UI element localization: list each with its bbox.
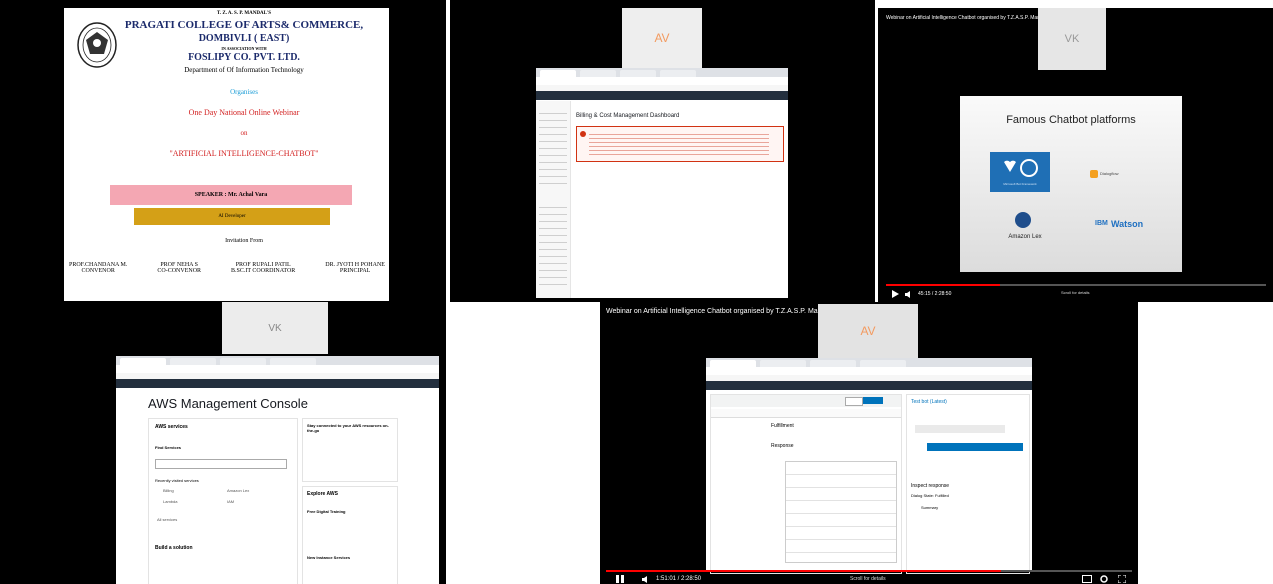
people-row: PROF.CHANDANA M. CONVENOR PROF NEHA S CO-C… bbox=[69, 262, 385, 274]
error-alert bbox=[576, 126, 784, 162]
department: Department of Of Information Technology bbox=[184, 66, 304, 74]
response-section[interactable]: Response bbox=[771, 443, 794, 449]
volume-icon[interactable] bbox=[642, 576, 650, 583]
person-coordinator: PROF RUPALI PATIL B.SC.IT COORDINATOR bbox=[231, 262, 296, 274]
screen-share-billing[interactable]: AV Billing & Cost Management Dashboard bbox=[450, 0, 875, 302]
video-player-lex-console[interactable]: Webinar on Artificial Intelligence Chatb… bbox=[600, 302, 1138, 584]
platform-microsoft: Microsoft Bot Framework bbox=[990, 152, 1050, 192]
progress-bar[interactable] bbox=[606, 570, 1132, 572]
participant-avatar: AV bbox=[622, 8, 702, 68]
explore-aws-panel: Explore AWS Free Digital Training New In… bbox=[302, 486, 398, 584]
person-principal: DR. JYOTI H POHANE PRINCIPAL bbox=[325, 262, 385, 274]
stay-connected-panel: Stay connected to your AWS resources on-… bbox=[302, 418, 398, 482]
video-time: 45:15 / 2:28:50 bbox=[918, 291, 952, 297]
platform-ibm-watson: IBM Watson bbox=[1095, 219, 1144, 229]
test-bot-panel: Test bot (Latest) Inspect response Dialo… bbox=[906, 394, 1030, 574]
scroll-hint: Scroll for details bbox=[850, 576, 886, 582]
role-banner: AI Developer bbox=[134, 208, 330, 225]
aws-services-panel: AWS services Find Services Recently visi… bbox=[148, 418, 298, 584]
webinar-poster: T. Z. A. S. P. MANDAL'S PRAGATI COLLEGE … bbox=[0, 0, 446, 302]
browser-window: AWS Management Console AWS services Find… bbox=[116, 356, 439, 584]
dashboard-title: Billing & Cost Management Dashboard bbox=[576, 113, 680, 119]
slide-title: Famous Chatbot platforms bbox=[1006, 114, 1136, 126]
screen-share-aws-console[interactable]: VK AWS Management Console AWS services F… bbox=[0, 302, 446, 584]
fullscreen-icon[interactable] bbox=[1118, 575, 1126, 583]
fulfillment-section[interactable]: Fulfillment bbox=[771, 423, 794, 429]
lex-editor-panel: Fulfillment Response bbox=[710, 394, 902, 574]
organises-text: Organises bbox=[230, 88, 258, 96]
platform-dialogflow: Dialogflow bbox=[1090, 160, 1156, 190]
service-lambda[interactable]: Lambda bbox=[163, 499, 177, 504]
publish-button[interactable] bbox=[863, 397, 883, 404]
association: IN ASSOCIATION WITH bbox=[221, 46, 267, 51]
on-text: on bbox=[240, 129, 248, 137]
event-name: One Day National Online Webinar bbox=[188, 108, 300, 117]
settings-icon[interactable] bbox=[1100, 575, 1108, 583]
browser-window: Fulfillment Response Test bot (Latest) I… bbox=[706, 358, 1032, 574]
captions-icon[interactable] bbox=[1082, 575, 1092, 583]
all-services-link[interactable]: All services bbox=[157, 517, 177, 522]
person-convenor: PROF.CHANDANA M. CONVENOR bbox=[69, 262, 128, 274]
service-billing[interactable]: Billing bbox=[163, 488, 174, 493]
service-lex[interactable]: Amazon Lex bbox=[227, 488, 249, 493]
browser-window: Billing & Cost Management Dashboard bbox=[536, 68, 788, 298]
org-line: T. Z. A. S. P. MANDAL'S bbox=[216, 11, 272, 16]
volume-icon[interactable] bbox=[905, 291, 913, 298]
video-time: 1:51:01 / 2:28:50 bbox=[656, 576, 702, 582]
company-name: FOSLIPY CO. PVT. LTD. bbox=[188, 52, 300, 63]
play-icon[interactable] bbox=[892, 290, 899, 298]
slide: Famous Chatbot platforms Microsoft Bot F… bbox=[960, 96, 1182, 272]
college-emblem-icon bbox=[77, 22, 117, 68]
participant-avatar: AV bbox=[818, 304, 918, 358]
participant-avatar: VK bbox=[1038, 8, 1106, 70]
progress-bar[interactable] bbox=[886, 284, 1266, 286]
invitation-text: Invitation From bbox=[225, 238, 263, 244]
service-search-input[interactable] bbox=[155, 459, 287, 469]
webinar-topic: "ARTIFICIAL INTELLIGENCE-CHATBOT" bbox=[169, 149, 319, 158]
college-city: DOMBIVLI ( EAST) bbox=[198, 33, 290, 44]
pause-icon[interactable] bbox=[616, 575, 624, 583]
speaker-banner: SPEAKER : Mr. Achal Vara bbox=[110, 185, 352, 205]
console-title: AWS Management Console bbox=[148, 396, 308, 411]
save-button[interactable] bbox=[845, 397, 863, 406]
participant-avatar: VK bbox=[222, 302, 328, 354]
microsoft-bot-icon bbox=[1004, 159, 1038, 177]
video-player-chatbot-slide[interactable]: Webinar on Artificial Intelligence Chatb… bbox=[878, 8, 1273, 302]
service-iam[interactable]: IAM bbox=[227, 499, 234, 504]
person-co-convenor: PROF NEHA S CO-CONVENOR bbox=[157, 262, 202, 274]
college-name: PRAGATI COLLEGE OF ARTS& COMMERCE, bbox=[124, 19, 364, 31]
platform-amazon-lex: Amazon Lex bbox=[1000, 210, 1050, 250]
scroll-hint: Scroll for details bbox=[1061, 290, 1090, 295]
